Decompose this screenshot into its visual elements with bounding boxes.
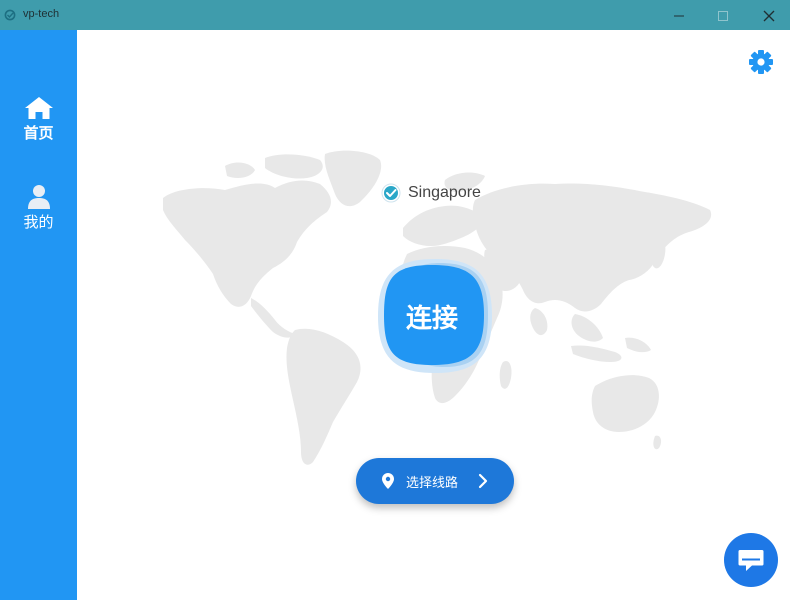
location-name: Singapore — [408, 184, 481, 201]
close-button[interactable] — [744, 0, 790, 30]
window-title: vp-tech — [23, 8, 60, 20]
check-badge-icon — [381, 183, 401, 203]
sidebar-item-me[interactable]: 我的 — [0, 184, 77, 232]
choose-route-label: 选择线路 — [406, 476, 459, 491]
sidebar: 首页 我的 — [0, 30, 77, 600]
sidebar-item-label: 首页 — [23, 124, 54, 142]
gear-icon[interactable] — [748, 49, 774, 75]
app-logo-icon — [4, 9, 16, 21]
home-icon — [24, 97, 53, 119]
connect-button[interactable]: 连接 — [374, 255, 496, 377]
connect-label: 连接 — [405, 304, 458, 334]
sidebar-item-home[interactable]: 首页 — [0, 96, 77, 143]
title-bar: vp-tech — [0, 0, 790, 30]
maximize-icon — [718, 11, 728, 21]
user-icon — [27, 185, 50, 209]
sidebar-item-label: 我的 — [23, 213, 54, 231]
minimize-button[interactable] — [656, 0, 702, 30]
maximize-button[interactable] — [700, 0, 746, 30]
close-icon — [763, 10, 775, 22]
chevron-right-icon — [478, 473, 488, 489]
chat-support-button[interactable] — [724, 533, 778, 587]
choose-route-button[interactable]: 选择线路 — [356, 458, 514, 504]
chat-bubble-icon — [738, 550, 764, 571]
location-pin-icon — [382, 473, 394, 489]
server-location: Singapore — [381, 181, 481, 205]
minimize-icon — [674, 15, 684, 17]
